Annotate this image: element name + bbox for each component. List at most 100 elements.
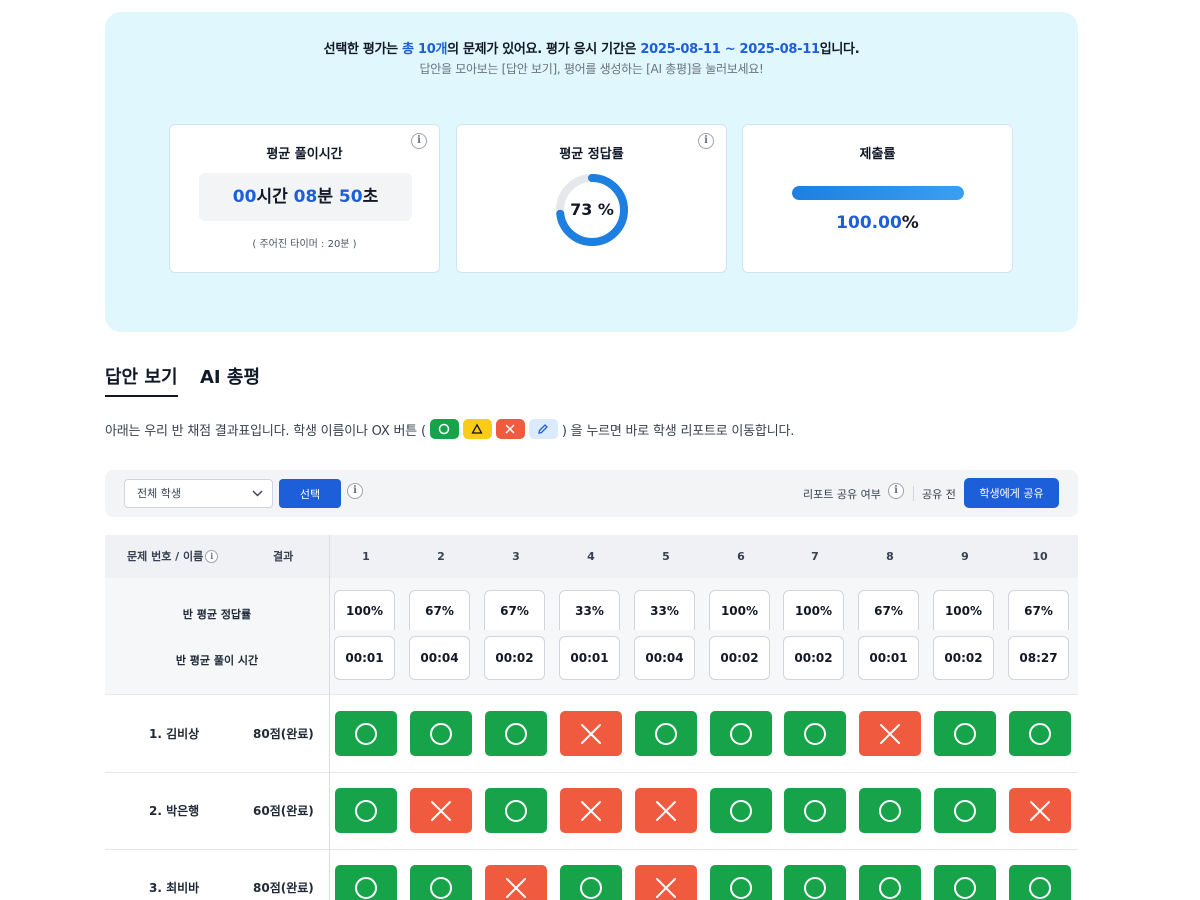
circle-icon — [879, 799, 901, 822]
circle-icon — [879, 876, 901, 899]
submit-rate-bar-fill — [792, 186, 964, 200]
question-number-header: 3 — [512, 550, 520, 563]
info-icon[interactable]: i — [698, 133, 714, 149]
cross-icon — [431, 800, 451, 821]
summary-panel: 선택한 평가는 총 10개의 문제가 있어요. 평가 응시 기간은 2025-0… — [105, 12, 1078, 332]
table-description: 아래는 우리 반 채점 결과표입니다. 학생 이름이나 OX 버튼 ( ) 을 … — [105, 416, 794, 442]
avg-time-cell: 00:04 — [634, 636, 695, 680]
wrong-answer-button[interactable] — [560, 788, 622, 833]
column-divider — [329, 535, 330, 900]
correct-answer-button[interactable] — [859, 865, 921, 900]
correct-answer-button[interactable] — [485, 788, 547, 833]
table-header: 문제 번호 / 이름 i 결과 1 2 3 4 5 6 7 8 9 10 — [105, 535, 1078, 578]
avg-rate-cell: 33% — [634, 590, 695, 630]
circle-icon — [1029, 876, 1051, 899]
correct-answer-button[interactable] — [1009, 865, 1071, 900]
question-number-header: 4 — [587, 550, 595, 563]
submit-rate-title: 제출률 — [859, 147, 896, 162]
intro-message: 선택한 평가는 총 10개의 문제가 있어요. 평가 응시 기간은 2025-0… — [323, 42, 860, 57]
tab-ai-review[interactable]: AI 총평 — [200, 363, 260, 389]
correct-answer-button[interactable] — [934, 788, 996, 833]
wrong-answer-button[interactable] — [1009, 788, 1071, 833]
student-select[interactable]: 전체 학생 — [124, 479, 273, 508]
cross-icon — [506, 877, 526, 898]
circle-icon — [954, 799, 976, 822]
correct-answer-button[interactable] — [335, 788, 397, 833]
avg-correct-title: 평균 정답률 — [559, 147, 624, 162]
avg-time-cell: 00:01 — [334, 636, 395, 680]
select-button[interactable]: 선택 — [279, 479, 341, 508]
results-table: 문제 번호 / 이름 i 결과 1 2 3 4 5 6 7 8 9 10 반 평균 정답률 반 평균… — [105, 535, 1078, 900]
avg-time-title: 평균 풀이시간 — [266, 147, 343, 162]
circle-icon — [655, 722, 677, 745]
correct-answer-button[interactable] — [934, 711, 996, 756]
circle-icon — [1029, 722, 1051, 745]
circle-icon — [804, 799, 826, 822]
avg-rate-cell: 100% — [933, 590, 994, 630]
student-name[interactable]: 3. 최비바 — [149, 850, 199, 900]
correct-answer-button[interactable] — [784, 865, 846, 900]
wrong-answer-button[interactable] — [485, 865, 547, 900]
info-icon[interactable]: i — [888, 483, 904, 499]
cross-icon — [495, 419, 525, 439]
avg-time-cell: 00:04 — [409, 636, 470, 680]
wrong-answer-button[interactable] — [859, 711, 921, 756]
table-row: 3. 최비바 80점(완료) — [105, 850, 1078, 900]
chevron-down-icon — [252, 480, 263, 517]
student-name[interactable]: 1. 김비상 — [149, 696, 199, 773]
tab-answers[interactable]: 답안 보기 — [105, 363, 178, 397]
share-status: 공유 전 — [922, 488, 956, 501]
correct-answer-button[interactable] — [1009, 711, 1071, 756]
question-number-header: 10 — [1032, 550, 1048, 563]
info-icon[interactable]: i — [347, 483, 363, 499]
correct-answer-button[interactable] — [560, 865, 622, 900]
circle-icon — [505, 722, 527, 745]
student-score: 80점(완료) — [253, 881, 314, 895]
avg-rate-cell: 100% — [783, 590, 844, 630]
correct-answer-button[interactable] — [784, 788, 846, 833]
circle-icon — [580, 876, 602, 899]
correct-answer-button[interactable] — [859, 788, 921, 833]
question-number-header: 9 — [961, 550, 969, 563]
report-share-label: 리포트 공유 여부 — [803, 488, 881, 501]
correct-answer-button[interactable] — [410, 711, 472, 756]
avg-rate-cell: 67% — [858, 590, 919, 630]
circle-icon — [430, 722, 452, 745]
question-count: 총 10개 — [402, 42, 448, 57]
submit-rate-card: 제출률 100.00% — [742, 124, 1013, 273]
info-icon[interactable]: i — [205, 549, 219, 563]
info-icon[interactable]: i — [411, 133, 427, 149]
wrong-answer-button[interactable] — [410, 788, 472, 833]
correct-answer-button[interactable] — [710, 788, 772, 833]
avg-time-cell: 08:27 — [1008, 636, 1069, 680]
correct-answer-button[interactable] — [335, 865, 397, 900]
intro-hint: 답안을 모아보는 [답안 보기], 평어를 생성하는 [AI 총평]을 눌러보세… — [419, 62, 764, 76]
circle-icon — [804, 876, 826, 899]
avg-rate-cell: 100% — [334, 590, 395, 630]
divider — [913, 486, 914, 501]
correct-answer-button[interactable] — [335, 711, 397, 756]
correct-answer-button[interactable] — [635, 711, 697, 756]
cross-icon — [581, 723, 601, 744]
circle-icon — [429, 419, 459, 439]
correct-answer-button[interactable] — [710, 711, 772, 756]
pencil-icon — [528, 419, 558, 439]
header-problem-name: 문제 번호 / 이름 i — [127, 535, 219, 578]
cross-icon — [656, 800, 676, 821]
student-name[interactable]: 2. 박은행 — [149, 773, 199, 850]
correct-answer-button[interactable] — [934, 865, 996, 900]
wrong-answer-button[interactable] — [635, 788, 697, 833]
correct-answer-button[interactable] — [710, 865, 772, 900]
class-average-section: 반 평균 정답률 반 평균 풀이 시간 100% 67% 67% 33% 33% 100%… — [105, 578, 1078, 695]
circle-icon — [804, 722, 826, 745]
correct-answer-button[interactable] — [784, 711, 846, 756]
correct-answer-button[interactable] — [410, 865, 472, 900]
wrong-answer-button[interactable] — [560, 711, 622, 756]
avg-time-cell: 00:01 — [559, 636, 620, 680]
wrong-answer-button[interactable] — [635, 865, 697, 900]
avg-time-cell: 00:02 — [484, 636, 545, 680]
avg-correct-card: 평균 정답률 i 73 % — [456, 124, 727, 273]
header-result: 결과 — [273, 550, 294, 563]
share-to-students-button[interactable]: 학생에게 공유 — [964, 478, 1059, 508]
correct-answer-button[interactable] — [485, 711, 547, 756]
